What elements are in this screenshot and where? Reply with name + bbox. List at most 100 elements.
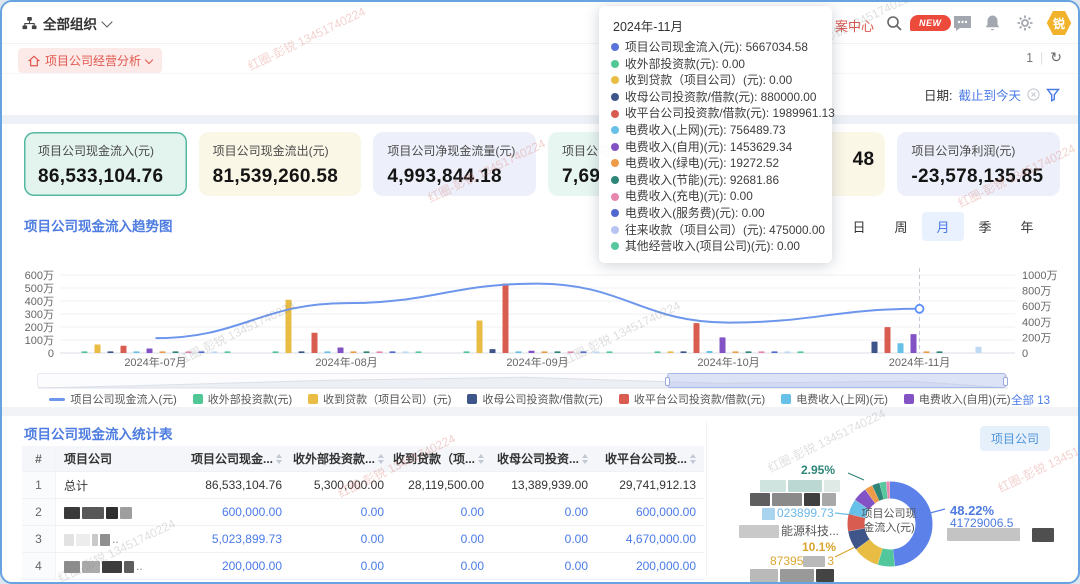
- refresh-icon[interactable]: ↻: [1050, 49, 1062, 66]
- data-zoom-handle-right[interactable]: [1003, 377, 1008, 386]
- cell-value[interactable]: 0.00: [290, 505, 392, 519]
- bar-segment[interactable]: [121, 346, 127, 353]
- cell-value[interactable]: 0.00: [492, 559, 596, 573]
- clear-filter-icon[interactable]: [1027, 88, 1040, 101]
- bar-segment[interactable]: [416, 351, 422, 353]
- kpi-card-cash-in[interactable]: 项目公司现金流入(元) 86,533,104.76: [24, 132, 187, 196]
- cell-value[interactable]: 200,000.00: [596, 559, 704, 573]
- bar-segment[interactable]: [655, 351, 661, 353]
- sort-icon[interactable]: [478, 454, 484, 464]
- period-tab-季[interactable]: 季: [964, 212, 1006, 241]
- bar-segment[interactable]: [108, 351, 114, 353]
- bar-segment[interactable]: [186, 351, 192, 353]
- tab-project-analysis[interactable]: 项目公司经营分析: [18, 48, 162, 73]
- sort-icon[interactable]: [690, 454, 696, 464]
- bar-segment[interactable]: [694, 323, 700, 353]
- bar-segment[interactable]: [733, 351, 739, 353]
- bar-segment[interactable]: [924, 351, 930, 353]
- bar-segment[interactable]: [707, 351, 713, 353]
- data-zoom-slider[interactable]: [37, 373, 1007, 388]
- bar-segment[interactable]: [746, 351, 752, 353]
- legend-item[interactable]: 收外部投资款(元): [193, 391, 292, 407]
- donut-slice[interactable]: [870, 493, 875, 496]
- bar-segment[interactable]: [937, 351, 943, 353]
- period-tab-年[interactable]: 年: [1006, 212, 1048, 241]
- bar-segment[interactable]: [212, 351, 218, 353]
- legend-item[interactable]: 收平台公司投资款/借款(元): [619, 391, 765, 407]
- line-series[interactable]: [156, 284, 920, 339]
- cell-value[interactable]: 600,000.00: [596, 505, 704, 519]
- cell-value[interactable]: 200,000.00: [162, 559, 290, 573]
- bar-segment[interactable]: [785, 351, 791, 353]
- cell-value[interactable]: 0.00: [392, 559, 492, 573]
- cell-value[interactable]: 0.00: [492, 532, 596, 546]
- data-zoom-handle-left[interactable]: [665, 377, 670, 386]
- bar-segment[interactable]: [759, 351, 765, 353]
- bar-segment[interactable]: [898, 343, 904, 353]
- legend-item[interactable]: 项目公司现金流入(元): [49, 391, 176, 407]
- donut-slice[interactable]: [880, 557, 894, 558]
- search-icon[interactable]: [886, 15, 903, 32]
- legend-item[interactable]: 电费收入(上网)(元): [781, 391, 888, 407]
- bar-segment[interactable]: [516, 351, 522, 353]
- column-header[interactable]: 收母公司投资...: [492, 450, 596, 467]
- bell-icon[interactable]: [984, 14, 1001, 32]
- kpi-card-net-cashflow[interactable]: 项目公司净现金流量(元) 4,993,844.18: [373, 132, 536, 196]
- sort-icon[interactable]: [378, 454, 384, 464]
- cell-value[interactable]: 0.00: [290, 532, 392, 546]
- donut-slice[interactable]: [863, 544, 880, 556]
- column-header[interactable]: 收平台公司投...: [596, 450, 704, 467]
- table-row[interactable]: 1总计86,533,104.765,300,000.0028,119,500.0…: [22, 472, 704, 499]
- bar-segment[interactable]: [325, 351, 331, 353]
- bar-segment[interactable]: [668, 351, 674, 353]
- legend-item[interactable]: 收母公司投资款/借款(元): [467, 391, 602, 407]
- period-tab-周[interactable]: 周: [880, 212, 922, 241]
- donut-slice[interactable]: [882, 490, 887, 491]
- bar-segment[interactable]: [594, 351, 600, 353]
- bar-segment[interactable]: [338, 348, 344, 354]
- bar-segment[interactable]: [134, 351, 140, 353]
- period-tab-日[interactable]: 日: [838, 212, 880, 241]
- bar-segment[interactable]: [529, 351, 535, 353]
- bar-segment[interactable]: [173, 351, 179, 353]
- cell-value[interactable]: 0.00: [392, 505, 492, 519]
- gear-icon[interactable]: [1016, 14, 1034, 32]
- bar-segment[interactable]: [147, 349, 153, 354]
- table-row[interactable]: 2600,000.000.000.000.00600,000.00: [22, 499, 704, 526]
- user-avatar[interactable]: 锐: [1046, 10, 1072, 36]
- bar-segment[interactable]: [273, 351, 279, 353]
- bar-segment[interactable]: [299, 351, 305, 353]
- legend-all-link[interactable]: 全部 13: [1011, 392, 1050, 408]
- trend-chart[interactable]: 600万500万400万300万200万100万01000万800万600万40…: [10, 250, 1072, 374]
- bar-segment[interactable]: [199, 351, 205, 353]
- bar-segment[interactable]: [160, 351, 166, 353]
- bar-segment[interactable]: [464, 351, 470, 353]
- bar-segment[interactable]: [390, 351, 396, 353]
- bar-segment[interactable]: [798, 351, 804, 353]
- table-row[interactable]: 3..5,023,899.730.000.000.004,670,000.00: [22, 526, 704, 553]
- bar-segment[interactable]: [681, 351, 687, 353]
- funnel-icon[interactable]: [1046, 88, 1060, 102]
- period-tab-月[interactable]: 月: [922, 212, 964, 241]
- bar-segment[interactable]: [568, 351, 574, 353]
- bar-segment[interactable]: [885, 327, 891, 353]
- bar-segment[interactable]: [364, 351, 370, 353]
- bar-segment[interactable]: [503, 284, 509, 354]
- bar-segment[interactable]: [542, 351, 548, 353]
- legend-item[interactable]: 电费收入(自用)(元): [904, 391, 1011, 407]
- bar-segment[interactable]: [976, 347, 982, 353]
- bar-segment[interactable]: [377, 351, 383, 353]
- bar-segment[interactable]: [911, 334, 917, 353]
- bar-segment[interactable]: [772, 351, 778, 353]
- cell-value[interactable]: 0.00: [492, 505, 596, 519]
- message-icon[interactable]: [952, 14, 973, 33]
- legend-item[interactable]: 收到贷款（项目公司）(元): [308, 391, 451, 407]
- kpi-card-cash-out[interactable]: 项目公司现金流出(元) 81,539,260.58: [199, 132, 362, 196]
- date-value-link[interactable]: 截止到今天: [958, 85, 1021, 104]
- bar-segment[interactable]: [351, 351, 357, 353]
- cell-value[interactable]: 0.00: [290, 559, 392, 573]
- cell-value[interactable]: 5,023,899.73: [162, 532, 290, 546]
- sort-icon[interactable]: [582, 454, 588, 464]
- cell-value[interactable]: 4,670,000.00: [596, 532, 704, 546]
- table-row[interactable]: 4..200,000.000.000.000.00200,000.00: [22, 553, 704, 580]
